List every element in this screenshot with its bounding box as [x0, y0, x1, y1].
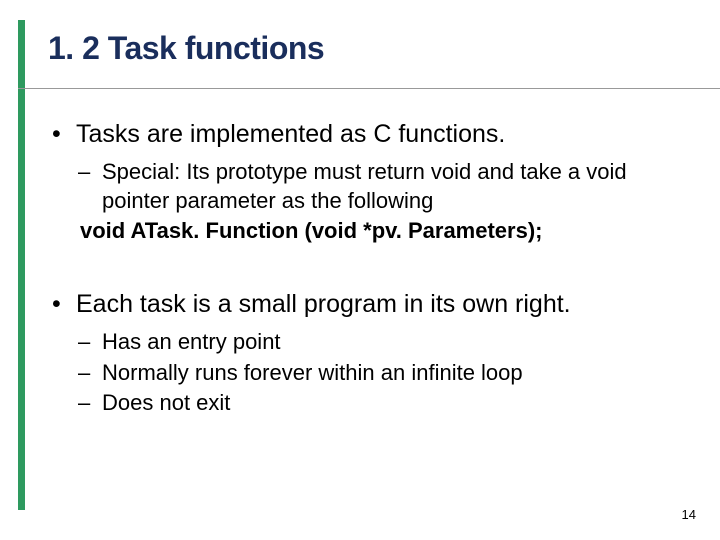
- slide-body: Tasks are implemented as C functions. Sp…: [48, 119, 680, 418]
- sub-bullet-text: Does not exit: [102, 390, 230, 415]
- sub-bullet-text: Has an entry point: [102, 329, 281, 354]
- slide-content: 1. 2 Task functions Tasks are implemente…: [48, 30, 680, 424]
- sub-bullet-text: Special: Its prototype must return void …: [102, 159, 627, 213]
- side-accent-bar: [18, 20, 25, 510]
- sub-bullet-item: Does not exit: [76, 389, 680, 418]
- page-number: 14: [682, 507, 696, 522]
- bullet-list: Tasks are implemented as C functions. Sp…: [48, 119, 680, 418]
- sub-bullet-list: Special: Its prototype must return void …: [76, 158, 680, 215]
- sub-bullet-text: Normally runs forever within an infinite…: [102, 360, 523, 385]
- bullet-item: Tasks are implemented as C functions. Sp…: [48, 119, 680, 245]
- code-prototype: void ATask. Function (void *pv. Paramete…: [76, 217, 680, 245]
- bullet-text: Each task is a small program in its own …: [76, 290, 571, 318]
- slide-title: 1. 2 Task functions: [48, 30, 680, 67]
- sub-bullet-list: Has an entry point Normally runs forever…: [76, 328, 680, 418]
- bullet-item: Each task is a small program in its own …: [48, 289, 680, 418]
- sub-bullet-item: Special: Its prototype must return void …: [76, 158, 680, 215]
- sub-bullet-item: Has an entry point: [76, 328, 680, 357]
- bullet-text: Tasks are implemented as C functions.: [76, 120, 505, 148]
- sub-bullet-item: Normally runs forever within an infinite…: [76, 359, 680, 388]
- slide: 1. 2 Task functions Tasks are implemente…: [0, 0, 720, 540]
- spacer: [48, 251, 680, 289]
